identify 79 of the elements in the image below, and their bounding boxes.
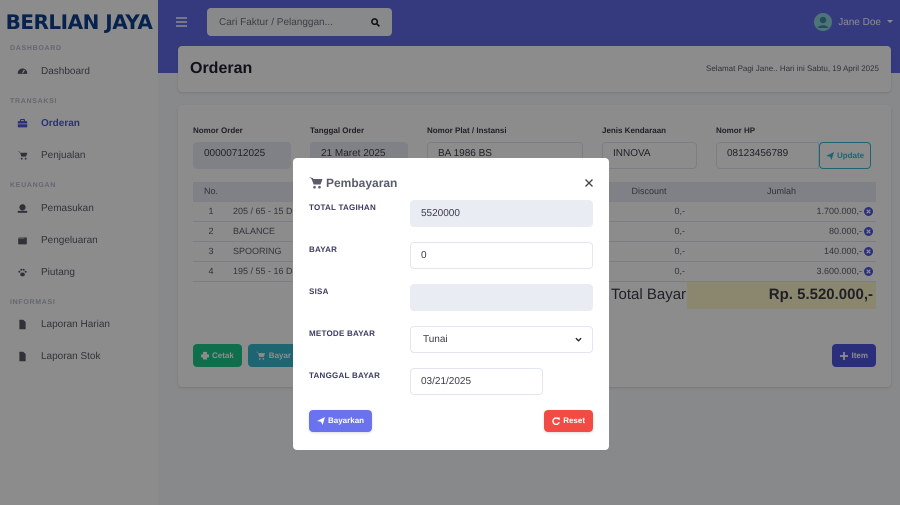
field-label: SISA <box>309 286 330 298</box>
redo-icon <box>552 417 560 425</box>
table-cell-text: 4 <box>207 264 214 278</box>
page-title: Orderan <box>190 59 252 79</box>
plus-icon <box>840 352 848 360</box>
cart-icon <box>309 177 323 189</box>
field-label: TANGGAL BAYAR <box>309 370 382 382</box>
cart-icon <box>17 150 28 161</box>
gauge-icon <box>17 66 28 76</box>
sidebar-link[interactable]: Piutang <box>41 264 75 280</box>
table-cell-text: BALANCE <box>232 224 276 238</box>
remove-icon[interactable] <box>864 207 873 216</box>
add-item-button[interactable]: Item <box>832 344 876 367</box>
field-label: METODE BAYAR <box>309 328 376 340</box>
cart-icon <box>256 351 265 360</box>
table-cell-text: 3.600.000,- <box>816 264 862 278</box>
table-cell-text: 0,- <box>673 244 686 258</box>
greeting-text: Selamat Pagi Jane.. Hari ini Sabtu, 19 April 2025 <box>706 63 879 75</box>
table-cell-text: SPOORING <box>232 244 283 258</box>
remove-icon[interactable] <box>864 227 873 236</box>
table-cell-text: 0,- <box>673 224 686 238</box>
pay-now-button[interactable]: Bayarkan <box>309 410 372 432</box>
dialog-title: Pembayaran <box>326 175 398 192</box>
send-icon <box>826 152 834 160</box>
document-icon <box>17 319 28 330</box>
remove-icon[interactable] <box>864 267 873 276</box>
sidebar-link[interactable]: Dashboard <box>41 64 90 78</box>
input-field[interactable]: 08123456789 <box>716 142 819 169</box>
reset-button[interactable]: Reset <box>544 410 593 432</box>
column-header: Jumlah <box>766 185 797 198</box>
field-label: TOTAL TAGIHAN <box>309 202 377 214</box>
remove-icon[interactable] <box>864 247 873 256</box>
table-cell-text: 140.000,- <box>824 244 862 258</box>
table-cell-text: 3 <box>207 244 214 258</box>
sidebar-link[interactable]: Orderan <box>41 116 80 131</box>
document-icon <box>17 351 28 362</box>
logo: BERLIAN JAYA <box>6 9 152 36</box>
column-header: Discount <box>630 185 668 198</box>
total-label: Total Bayar <box>611 285 687 306</box>
briefcase-icon <box>17 118 28 129</box>
paw-icon <box>17 266 28 278</box>
table-cell-text: 1.700.000,- <box>816 204 862 218</box>
input-field[interactable]: 0 <box>410 242 593 269</box>
field-label: Jenis Kendaraan <box>602 125 668 137</box>
money-icon <box>17 202 28 214</box>
wallet-icon <box>17 234 28 246</box>
user-menu[interactable]: Jane Doe <box>838 14 881 30</box>
caret-icon[interactable] <box>887 20 893 24</box>
field-label: Nomor Plat / Instansi <box>427 125 508 137</box>
search-field[interactable]: Cari Faktur / Pelanggan... <box>207 8 392 36</box>
close-icon[interactable] <box>585 179 593 187</box>
table-cell-text: 0,- <box>673 264 686 278</box>
table-cell-text: 1 <box>207 204 214 218</box>
search-icon[interactable] <box>371 18 380 26</box>
sidebar-link[interactable]: Laporan Harian <box>41 317 110 332</box>
update-button[interactable]: Update <box>819 142 872 169</box>
sidebar-link[interactable]: Penjualan <box>41 148 86 163</box>
payment-method-select[interactable]: Tunai <box>410 326 593 353</box>
field-label: Nomor HP <box>716 125 756 137</box>
input-field[interactable]: INNOVA <box>602 142 697 169</box>
date-field[interactable]: 03/21/2025 <box>410 368 543 395</box>
table-cell-text: 2 <box>207 224 214 238</box>
search-input[interactable]: Cari Faktur / Pelanggan... <box>219 14 359 30</box>
send-icon <box>317 417 325 425</box>
field-label: Tanggal Order <box>310 125 366 137</box>
sidebar-link[interactable]: Laporan Stok <box>41 349 100 364</box>
input-field[interactable]: 00000712025 <box>193 142 291 169</box>
chevron-icon <box>575 337 582 342</box>
column-header: No. <box>202 185 219 198</box>
table-cell-text: 80.000,- <box>828 224 862 238</box>
menu-icon[interactable] <box>176 17 187 27</box>
sidebar-link[interactable]: Pengeluaran <box>41 232 98 248</box>
table-cell-text: 0,- <box>673 204 686 218</box>
avatar-icon[interactable] <box>814 13 832 31</box>
sidebar-link[interactable]: Pemasukan <box>41 200 94 216</box>
field-label: Nomor Order <box>193 125 244 137</box>
total-value: Rp. 5.520.000,- <box>687 282 876 309</box>
field-label: BAYAR <box>309 244 338 256</box>
input-field[interactable]: 5520000 <box>410 200 593 227</box>
